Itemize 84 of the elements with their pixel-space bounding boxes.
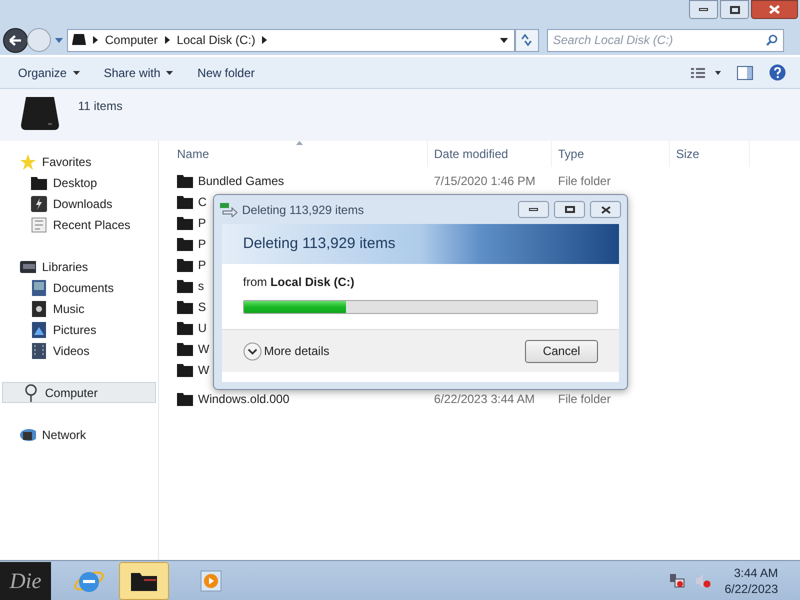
refresh-button[interactable] bbox=[515, 28, 539, 52]
folder-icon bbox=[177, 320, 193, 334]
column-header[interactable]: Size bbox=[670, 141, 750, 167]
delete-icon bbox=[220, 202, 238, 216]
muted-speaker-icon[interactable] bbox=[694, 572, 711, 588]
view-icon[interactable] bbox=[691, 68, 721, 78]
chevron-icon[interactable] bbox=[164, 36, 170, 44]
toolbar-button[interactable]: Share with bbox=[94, 60, 182, 84]
preview-pane-icon[interactable] bbox=[737, 66, 753, 80]
folder-icon bbox=[177, 300, 193, 314]
minimize-button[interactable] bbox=[689, 0, 718, 19]
date-cell-text: 6/22/2023 3:44 AM bbox=[434, 390, 536, 408]
folder-icon bbox=[177, 342, 193, 356]
folder-icon bbox=[177, 216, 193, 230]
close-icon bbox=[600, 206, 610, 214]
sidebar-item[interactable]: Computer bbox=[2, 382, 156, 403]
chevron-icon[interactable] bbox=[262, 36, 268, 44]
dialog-title: Deleting 113,929 items bbox=[242, 202, 364, 218]
sidebar-item[interactable]: Videos bbox=[0, 340, 158, 361]
more-details-button[interactable]: More details bbox=[243, 342, 330, 360]
drive-icon bbox=[72, 34, 86, 46]
folder-icon bbox=[177, 194, 193, 208]
toolbar-button[interactable]: New folder bbox=[188, 60, 264, 84]
folder-icon bbox=[177, 236, 193, 250]
document-list-icon bbox=[31, 216, 47, 232]
date-cell-text: 7/15/2020 1:46 PM bbox=[434, 172, 536, 190]
star-icon bbox=[20, 154, 36, 170]
type-cell-text: File folder bbox=[558, 390, 611, 408]
restore-button[interactable] bbox=[720, 0, 749, 19]
sort-arrow-icon bbox=[296, 141, 303, 145]
document-icon bbox=[31, 280, 47, 296]
sidebar-item[interactable]: Recent Places bbox=[0, 214, 158, 235]
folder-icon bbox=[177, 362, 193, 376]
expand-icon bbox=[243, 342, 262, 360]
clock-date: 6/22/2023 bbox=[724, 580, 778, 596]
help-icon[interactable] bbox=[769, 64, 786, 81]
start-button[interactable]: Die bbox=[0, 562, 51, 600]
sidebar-item[interactable]: Documents bbox=[0, 277, 158, 298]
file-name[interactable]: Windows.old.000 bbox=[198, 390, 434, 408]
dropdown-icon[interactable] bbox=[500, 38, 508, 42]
sidebar-item[interactable]: Network bbox=[0, 424, 156, 445]
column-header[interactable]: Type bbox=[552, 141, 670, 167]
chevron-icon[interactable] bbox=[93, 36, 98, 44]
column-header[interactable]: Date modified bbox=[428, 141, 552, 167]
back-button[interactable] bbox=[3, 28, 28, 52]
drive-icon bbox=[20, 95, 60, 131]
music-icon bbox=[31, 300, 47, 316]
sidebar-item[interactable]: Libraries bbox=[0, 256, 156, 277]
folder-icon bbox=[177, 278, 193, 292]
source-text: from Local Disk (C:) bbox=[243, 274, 356, 291]
film-icon bbox=[31, 342, 47, 358]
clock-time: 3:44 AM bbox=[734, 564, 778, 580]
close-button[interactable] bbox=[590, 201, 621, 218]
sidebar-item[interactable]: Desktop bbox=[0, 172, 158, 193]
explorer-button[interactable] bbox=[119, 562, 169, 600]
sidebar-item[interactable]: Downloads bbox=[0, 193, 158, 214]
lightning-icon bbox=[31, 196, 47, 212]
toolbar-button[interactable]: Organize bbox=[9, 60, 89, 84]
sidebar-item[interactable]: Pictures bbox=[0, 319, 158, 340]
close-button[interactable] bbox=[751, 0, 798, 19]
breadcrumb[interactable]: Local Disk (C:) bbox=[176, 31, 256, 49]
folder-icon bbox=[31, 176, 47, 190]
cancel-button[interactable]: Cancel bbox=[525, 340, 598, 362]
address-bar[interactable]: Computer Local Disk (C:) bbox=[67, 28, 515, 52]
minimize-button[interactable] bbox=[518, 201, 549, 218]
sidebar-item[interactable]: Music bbox=[0, 298, 158, 319]
search-icon bbox=[766, 34, 778, 46]
folder-icon bbox=[177, 392, 193, 406]
library-icon bbox=[20, 260, 36, 272]
folder-icon bbox=[177, 174, 193, 188]
breadcrumb[interactable]: Computer bbox=[105, 31, 158, 49]
back-arrow-icon bbox=[9, 34, 22, 46]
picture-icon bbox=[31, 322, 47, 338]
item-count: 11 items bbox=[78, 98, 122, 115]
sidebar-item[interactable]: Favorites bbox=[0, 151, 156, 172]
maximize-button[interactable] bbox=[554, 201, 585, 218]
play-icon bbox=[199, 568, 223, 592]
close-icon bbox=[769, 5, 780, 14]
dialog-heading: Deleting 113,929 items bbox=[243, 234, 396, 254]
search-field[interactable]: Search Local Disk (C:) bbox=[547, 28, 784, 52]
refresh-icon bbox=[520, 34, 534, 46]
folder-icon bbox=[177, 258, 193, 272]
file-name[interactable]: Bundled Games bbox=[198, 172, 434, 190]
type-cell-text: File folder bbox=[558, 172, 611, 190]
